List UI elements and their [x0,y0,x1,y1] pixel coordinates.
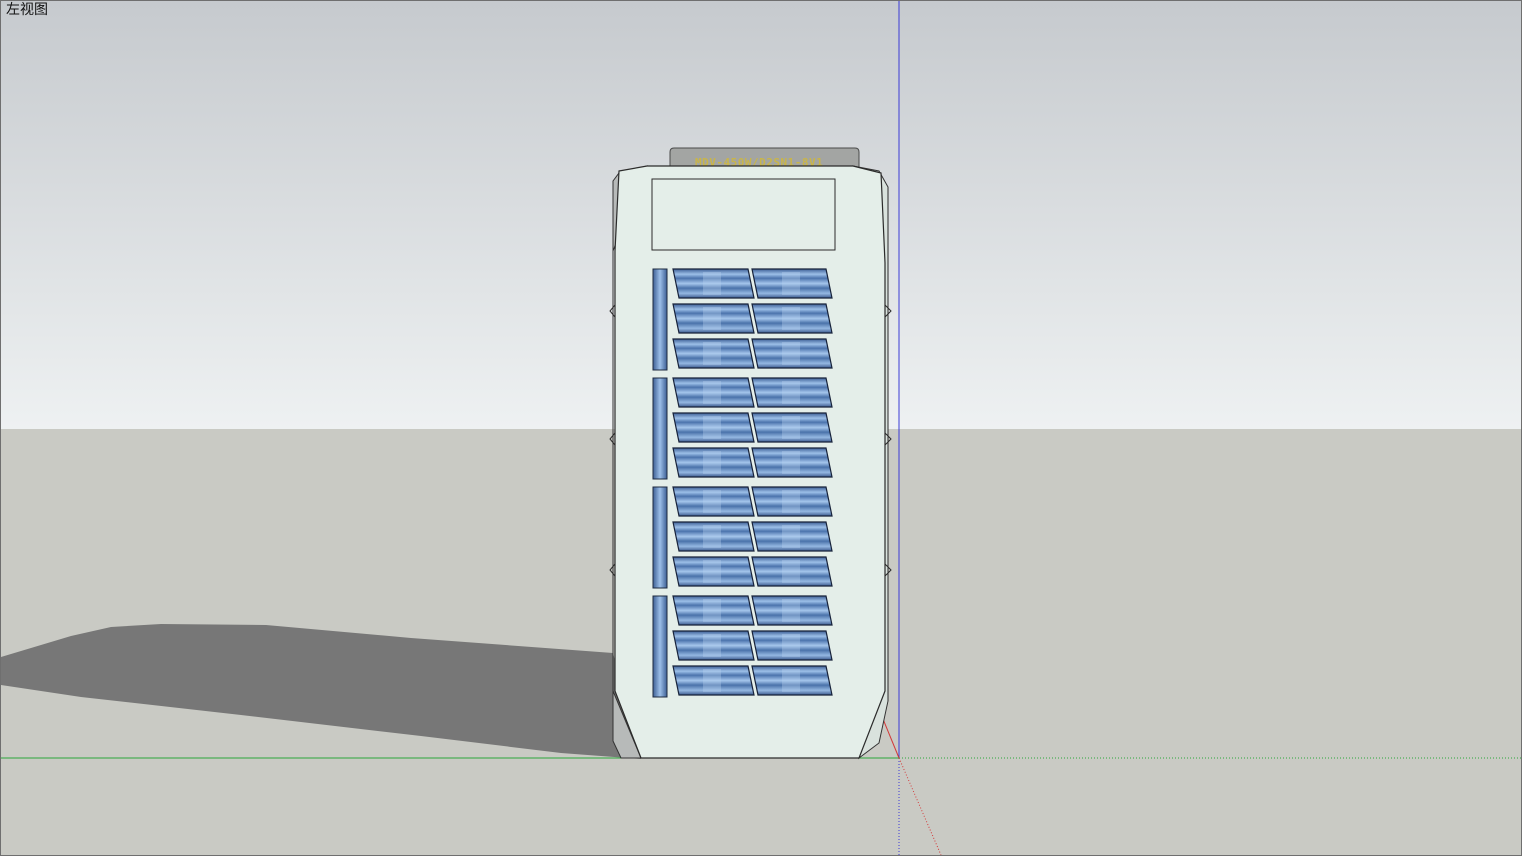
grille-fin-highlight [703,307,721,330]
grille-fin-highlight [782,307,800,330]
grille-fin-highlight [703,342,721,365]
grille-fin-highlight [782,416,800,439]
grille-side-bar [652,268,668,371]
grille-fin-highlight [703,272,721,295]
grille-fin-highlight [782,490,800,513]
grille-fin-highlight [782,599,800,622]
view-label: 左视图 [6,2,48,18]
grille-fin-highlight [782,342,800,365]
grille-fin-highlight [703,451,721,474]
grille-fin-highlight [703,599,721,622]
grille-side-bar [652,595,668,698]
grille-fin-highlight [782,634,800,657]
grille-fin-highlight [703,381,721,404]
grille-fin-highlight [703,416,721,439]
grille-side-bar [652,377,668,480]
grille-fin-highlight [703,525,721,548]
grille-fin-highlight [782,560,800,583]
grille-fin-highlight [703,490,721,513]
grille-fin-highlight [703,560,721,583]
grille-fin-highlight [703,669,721,692]
grille-fin-highlight [782,381,800,404]
3d-viewport[interactable]: MDV-450W/D2SN1-8V1 左视图 [0,0,1522,856]
grille-fin-highlight [782,451,800,474]
grille-fin-highlight [703,634,721,657]
grille-fin-highlight [782,669,800,692]
model-scene[interactable]: MDV-450W/D2SN1-8V1 [1,1,1521,855]
display-panel [651,178,836,251]
grille-side-bar [652,486,668,589]
grille-fin-highlight [782,525,800,548]
grille-fin-highlight [782,272,800,295]
